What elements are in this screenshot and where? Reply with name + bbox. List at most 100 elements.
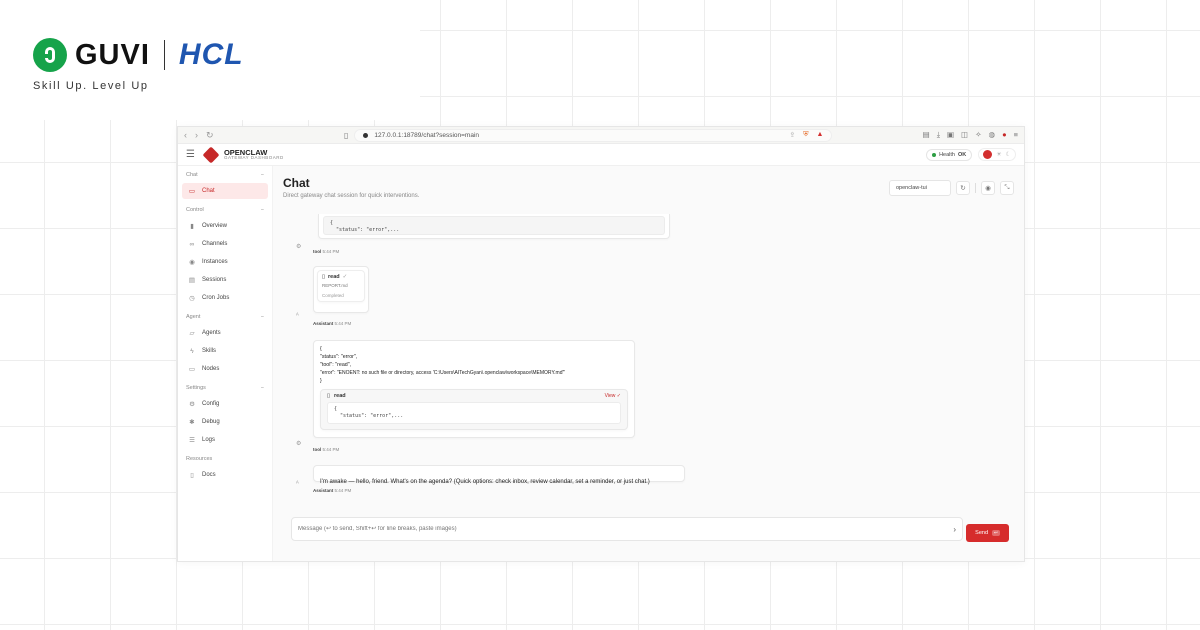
tool-avatar-icon: ⚙ <box>296 244 302 250</box>
file-icon: ▯ <box>322 274 326 280</box>
sidebar-item-sessions[interactable]: ▤ Sessions <box>182 272 268 288</box>
back-icon[interactable]: ‹ <box>184 130 187 141</box>
page-title: Chat <box>283 176 310 190</box>
sidebar-item-agents[interactable]: ▱ Agents <box>182 325 268 341</box>
assistant-message: I'm awake — hello, friend. What's on the… <box>313 465 685 485</box>
send-button[interactable]: Send ↩ <box>966 524 1009 542</box>
tool-message: { "status": "error",... <box>318 214 670 239</box>
reload-icon[interactable]: ↻ <box>206 130 214 141</box>
gear-icon: ⚙ <box>189 401 195 408</box>
session-select[interactable]: openclaw-tui <box>889 179 951 196</box>
read-tool-card: ▯ read View ✓ { "status": "error",... <box>320 388 628 431</box>
screenshot-icon[interactable]: ▣ <box>947 130 954 140</box>
extensions-icon[interactable]: ✧ <box>975 130 981 140</box>
sidebar-item-label: Overview <box>202 223 228 229</box>
sidebar-section-control[interactable]: Control − <box>182 207 268 213</box>
chat-controls: openclaw-tui ↻ ◉ ⤡ <box>889 176 1014 199</box>
profile-icon[interactable]: ● <box>1002 130 1007 140</box>
check-icon: ✓ <box>342 274 348 280</box>
focus-mode-icon[interactable]: ⤡ <box>1000 180 1014 195</box>
address-bar[interactable]: 127.0.0.1:18789/chat?session=main ⇪ ⛨ ▲ <box>354 128 833 142</box>
dark-theme-icon[interactable]: ☾ <box>1006 151 1011 158</box>
tool-output-code: { "status": "error",... <box>323 216 665 235</box>
guvi-logo-icon <box>33 38 67 72</box>
message-meta: Assistant 5:44 PM <box>313 321 352 326</box>
sidebar-item-label: Agents <box>202 330 221 336</box>
vpn-icon[interactable]: ◍ <box>989 130 996 140</box>
browser-extensions: ▤ ⤓ ▣ ◫ ✧ ◍ ● ≡ <box>923 130 1018 140</box>
theme-toggle[interactable]: ☀ ☾ <box>978 148 1016 161</box>
health-status: OK <box>957 151 967 158</box>
openclaw-logo-icon <box>202 146 220 163</box>
sidebar-section-chat[interactable]: Chat − <box>182 172 268 178</box>
link-icon: ∞ <box>189 240 195 248</box>
site-info-icon[interactable] <box>363 132 369 138</box>
sidebar-item-instances[interactable]: ◉ Instances <box>182 254 268 270</box>
view-link[interactable]: View ✓ <box>605 393 621 399</box>
hamburger-icon[interactable]: ☰ <box>186 149 195 160</box>
sidebar-toggle-icon[interactable]: ▤ <box>923 130 930 140</box>
read-tool-chip[interactable]: ▯ read ✓ REPORT.md Completed <box>317 270 365 302</box>
tool-status: Completed <box>322 293 344 298</box>
sidebar-item-nodes[interactable]: ▭ Nodes <box>182 361 268 377</box>
monitor-icon: ▭ <box>188 366 196 373</box>
guvi-wordmark: GUVI <box>75 38 150 71</box>
url-text: 127.0.0.1:18789/chat?session=main <box>374 131 480 139</box>
sidebar-section-agent[interactable]: Agent − <box>182 314 268 320</box>
sidebar-item-skills[interactable]: ϟ Skills <box>182 343 268 359</box>
sidebar-item-overview[interactable]: ▮ Overview <box>182 218 268 234</box>
health-label: Health <box>939 151 955 158</box>
tool-avatar-icon: ⚙ <box>296 441 302 447</box>
bookmark-icon[interactable]: ▯ <box>344 131 348 140</box>
brand-divider <box>163 40 165 70</box>
sidebar-item-label: Nodes <box>202 366 220 372</box>
tool-output-code: { "status": "error",... <box>327 401 621 425</box>
brand-logo: GUVI HCL <box>33 38 244 72</box>
sidebar-item-debug[interactable]: ✱ Debug <box>182 414 268 430</box>
assistant-avatar-icon: ᴬ <box>296 313 299 319</box>
sidebar-item-label: Chat <box>202 188 215 194</box>
sidebar-item-channels[interactable]: ∞ Channels <box>182 236 268 252</box>
download-icon[interactable]: ⤓ <box>937 130 940 140</box>
folder-icon: ▱ <box>189 330 195 337</box>
sidebar-item-label: Cron Jobs <box>202 295 230 301</box>
sidebar-item-label: Skills <box>202 348 217 354</box>
thinking-toggle-icon[interactable]: ◉ <box>981 180 995 195</box>
message-composer: › <box>291 517 963 541</box>
bug-icon: ✱ <box>189 419 195 426</box>
page-subtitle: Direct gateway chat session for quick in… <box>283 193 420 199</box>
sidebar-item-docs[interactable]: ▯ Docs <box>182 467 268 483</box>
bolt-icon: ϟ <box>190 347 194 355</box>
tabs-icon[interactable]: ◫ <box>961 130 968 140</box>
sidebar-section-settings[interactable]: Settings − <box>182 385 268 391</box>
divider <box>975 182 976 193</box>
system-theme-icon[interactable] <box>983 150 993 159</box>
light-theme-icon[interactable]: ☀ <box>996 151 1001 158</box>
sidebar: Chat − ▭ Chat Control − ▮ Overview ∞ Channels… <box>178 166 273 561</box>
book-icon: ▯ <box>190 472 194 479</box>
sidebar-item-config[interactable]: ⚙ Config <box>182 396 268 412</box>
message-meta: tool 5:44 PM <box>313 447 340 452</box>
message-meta: Assistant 5:44 PM <box>313 488 352 493</box>
brave-shield-icon[interactable]: ⛨ <box>803 131 808 139</box>
send-arrow-icon[interactable]: › <box>953 525 956 534</box>
logs-icon: ☰ <box>189 437 195 444</box>
brave-rewards-icon[interactable]: ▲ <box>816 131 823 139</box>
sidebar-item-logs[interactable]: ☰ Logs <box>182 432 268 448</box>
refresh-icon[interactable]: ↻ <box>956 180 970 195</box>
browser-toolbar: ‹ › ↻ ▯ 127.0.0.1:18789/chat?session=mai… <box>178 127 1024 144</box>
message-input[interactable] <box>298 526 954 532</box>
menu-icon[interactable]: ≡ <box>1014 130 1018 140</box>
sidebar-item-label: Channels <box>202 241 228 247</box>
hcl-wordmark: HCL <box>178 38 244 71</box>
sidebar-section-resources[interactable]: Resources <box>182 456 268 462</box>
share-icon[interactable]: ⇪ <box>789 131 795 139</box>
sidebar-item-chat[interactable]: ▭ Chat <box>182 183 268 199</box>
sidebar-item-label: Instances <box>202 259 228 265</box>
tool-error-message: { "status": "error", "tool": "read", "er… <box>313 340 635 438</box>
radio-icon: ◉ <box>189 259 195 266</box>
sidebar-item-cron-jobs[interactable]: ◷ Cron Jobs <box>182 290 268 306</box>
sidebar-item-label: Sessions <box>202 277 227 283</box>
forward-icon[interactable]: › <box>195 130 198 141</box>
chat-header: Chat Direct gateway chat session for qui… <box>273 166 1024 199</box>
